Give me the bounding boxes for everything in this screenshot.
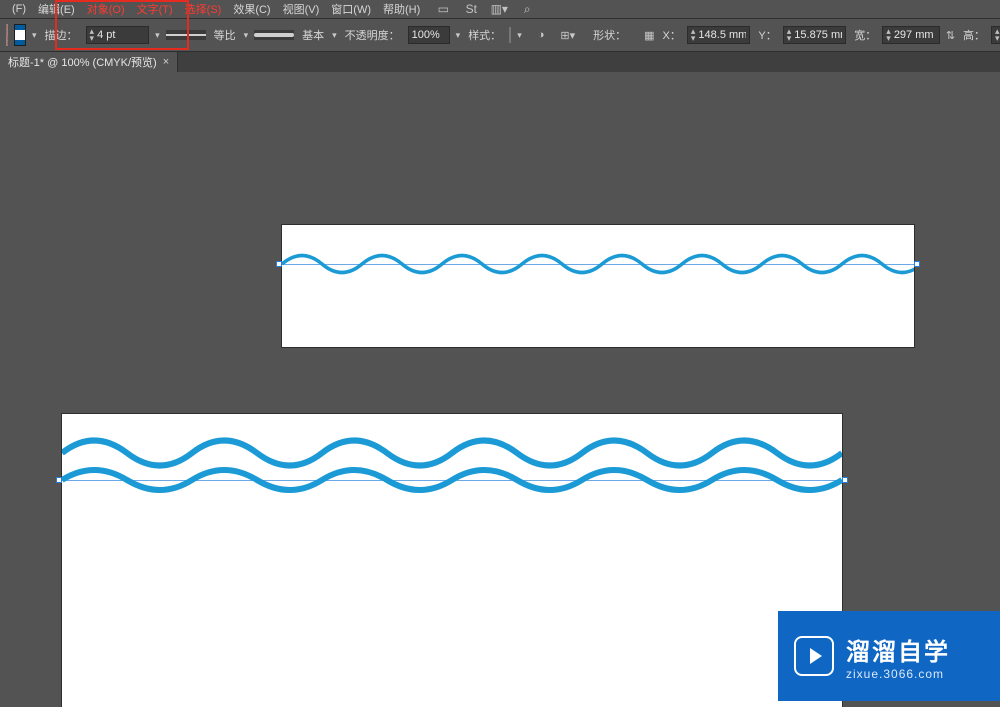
watermark-sub: zixue.3066.com <box>846 667 950 681</box>
play-icon <box>794 636 834 676</box>
h-field[interactable]: ▴▾ <box>991 26 1000 44</box>
stepper-icon[interactable]: ▴▾ <box>886 28 891 42</box>
watermark-text: 溜溜自学 zixue.3066.com <box>846 632 950 681</box>
align-icon[interactable]: ⊞▾ <box>560 26 575 44</box>
stroke-swatch[interactable] <box>14 24 26 46</box>
y-input[interactable] <box>794 29 842 41</box>
stepper-icon[interactable]: ▴▾ <box>90 28 95 42</box>
workspace-icon[interactable]: ▭ <box>436 2 450 16</box>
options-bar: ▾ 描边： ▴▾ ▾ 等比 ▾ 基本 ▾ 不透明度： ▾ 样式： ▾ ◑ ⊞▾ … <box>0 18 1000 52</box>
close-icon[interactable]: × <box>163 56 169 68</box>
opacity-label: 不透明度： <box>343 27 402 43</box>
wave-path-1 <box>282 247 914 281</box>
menu-bar: (F) 编辑(E) 对象(O) 文字(T) 选择(S) 效果(C) 视图(V) … <box>0 0 1000 18</box>
stroke-label: 描边： <box>43 27 80 43</box>
x-field[interactable]: ▴▾ <box>687 26 751 44</box>
watermark-main: 溜溜自学 <box>846 632 950 667</box>
chevron-down-icon[interactable]: ▾ <box>517 30 522 41</box>
opacity-field[interactable] <box>408 26 450 44</box>
chevron-down-icon[interactable]: ▾ <box>244 30 249 41</box>
chevron-down-icon[interactable]: ▾ <box>155 30 160 41</box>
menu-right-icons: ▭ St ▥▾ ⌕ <box>436 2 534 16</box>
w-input[interactable] <box>894 29 936 41</box>
link-wh-icon[interactable]: ⇅ <box>946 26 955 44</box>
artboard-2 <box>62 414 842 707</box>
menu-item-object[interactable]: 对象(O) <box>81 0 131 19</box>
transform-w-group: 宽： ▴▾ <box>852 26 940 44</box>
w-field[interactable]: ▴▾ <box>882 26 940 44</box>
chevron-down-icon[interactable]: ▾ <box>456 30 461 41</box>
stepper-icon[interactable]: ▴▾ <box>691 28 696 42</box>
menu-item-file[interactable]: (F) <box>6 1 32 17</box>
search-icon[interactable]: ⌕ <box>520 2 534 16</box>
document-tab-bar: 标题-1* @ 100% (CMYK/预览) × <box>0 52 1000 72</box>
stroke-style-preview[interactable] <box>166 30 206 40</box>
wave-path-2b <box>62 458 842 502</box>
transform-anchor-icon[interactable]: ▦ <box>644 26 654 44</box>
menu-item-select[interactable]: 选择(S) <box>179 0 228 19</box>
y-label: Y： <box>756 27 778 43</box>
stepper-icon[interactable]: ▴▾ <box>787 28 792 42</box>
chevron-down-icon[interactable]: ▾ <box>332 30 337 41</box>
recolor-icon[interactable]: ◑ <box>538 26 545 44</box>
stroke-width-field[interactable]: ▴▾ <box>86 26 150 44</box>
menu-item-help[interactable]: 帮助(H) <box>377 0 426 19</box>
bridge-icon[interactable]: St <box>464 2 478 16</box>
selection-handle[interactable] <box>842 477 848 483</box>
selection-handle[interactable] <box>914 261 920 267</box>
graphic-style-swatch[interactable] <box>509 27 511 43</box>
menu-item-text[interactable]: 文字(T) <box>131 0 179 19</box>
watermark-badge: 溜溜自学 zixue.3066.com <box>778 611 1000 701</box>
document-tab[interactable]: 标题-1* @ 100% (CMYK/预览) × <box>0 52 178 72</box>
stepper-icon[interactable]: ▴▾ <box>995 28 1000 42</box>
style-label: 样式： <box>466 27 503 43</box>
uniform-label: 等比 <box>212 27 238 43</box>
shape-label: 形状： <box>591 27 628 43</box>
menu-item-view[interactable]: 视图(V) <box>277 0 326 19</box>
x-label: X： <box>661 27 683 43</box>
profile-label: 基本 <box>300 27 326 43</box>
fill-swatch-none[interactable] <box>6 24 8 46</box>
menu-item-edit[interactable]: 编辑(E) <box>32 0 81 19</box>
opacity-input[interactable] <box>412 29 446 41</box>
stroke-width-input[interactable] <box>97 29 145 41</box>
arrange-icon[interactable]: ▥▾ <box>492 2 506 16</box>
h-label: 高： <box>961 27 987 43</box>
y-field[interactable]: ▴▾ <box>783 26 847 44</box>
menu-item-effect[interactable]: 效果(C) <box>227 0 276 19</box>
transform-x-group: X： ▴▾ <box>661 26 751 44</box>
chevron-down-icon[interactable]: ▾ <box>32 30 37 41</box>
transform-y-group: Y： ▴▾ <box>756 26 846 44</box>
canvas[interactable]: 溜溜自学 zixue.3066.com <box>0 72 1000 707</box>
w-label: 宽： <box>852 27 878 43</box>
x-input[interactable] <box>698 29 746 41</box>
brush-profile-preview[interactable] <box>254 30 294 40</box>
document-tab-title: 标题-1* @ 100% (CMYK/预览) <box>8 54 157 70</box>
menu-item-window[interactable]: 窗口(W) <box>325 0 377 19</box>
artboard-1 <box>282 225 914 347</box>
transform-h-group: 高： ▴▾ <box>961 26 1000 44</box>
